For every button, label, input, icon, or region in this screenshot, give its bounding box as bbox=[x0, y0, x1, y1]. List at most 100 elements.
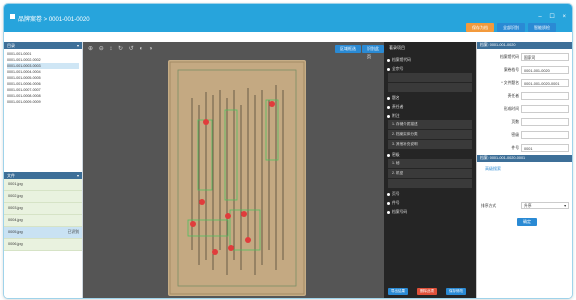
collapse-icon[interactable]: ▾ bbox=[77, 42, 79, 49]
tree-header-label: 目录 bbox=[7, 43, 15, 48]
form-subfield[interactable] bbox=[388, 73, 472, 82]
form-subfield[interactable]: 2. 档案实体分类 bbox=[388, 130, 472, 139]
region-select-button[interactable]: 区域框选 bbox=[335, 45, 361, 53]
form-field[interactable]: 档案号码 bbox=[384, 209, 476, 215]
record-field: * 文件题名 0001-001-0020-0001 bbox=[477, 77, 572, 90]
radio-icon[interactable] bbox=[387, 68, 390, 71]
record-field: 档案馆代码 国家司 bbox=[477, 51, 572, 64]
confirm-button[interactable]: 确定 bbox=[517, 218, 537, 226]
radio-icon[interactable] bbox=[387, 202, 390, 205]
file-item[interactable]: 0006.jpg bbox=[4, 239, 82, 251]
record-field: 页数 bbox=[477, 116, 572, 129]
form-field-label: 全宗号 bbox=[392, 67, 404, 71]
radio-icon[interactable] bbox=[387, 59, 390, 62]
window-title: 品牌案卷 > 0001-001-0020 bbox=[18, 17, 90, 23]
metadata-form: 著录项目 档案馆代码全宗号题名责任者附注 1. 存储介质描述 2. 档案实体分类 3.… bbox=[384, 42, 476, 298]
document-image[interactable] bbox=[168, 60, 306, 296]
form-subfield[interactable]: 1. 秘 bbox=[388, 159, 472, 168]
close-icon[interactable]: × bbox=[562, 14, 566, 20]
toolbar-button[interactable]: 全部识别 bbox=[497, 23, 525, 32]
field-label: 页数 bbox=[511, 120, 519, 124]
field-label: 件号 bbox=[511, 146, 519, 150]
right-header-2: 档案: 0001-001-0020-0001 bbox=[477, 155, 572, 162]
radio-icon[interactable] bbox=[387, 154, 390, 157]
sort-select[interactable]: 升序 ▾ bbox=[521, 202, 569, 209]
form-field-label: 附注 bbox=[392, 114, 400, 118]
right-panel: 档案: 0001-001-0020 档案馆代码 国家司 案卷档号 0001-001-0… bbox=[476, 42, 572, 298]
file-item[interactable]: 0003.jpg bbox=[4, 203, 82, 215]
image-viewer[interactable]: ⊕ ⊖ ↕ ↻ ↺ ◐ ◑ 区域框选 识别此页 bbox=[83, 42, 384, 298]
file-header: 文件 ▾ bbox=[4, 172, 82, 179]
form-field[interactable]: 附注 bbox=[384, 113, 476, 119]
field-input[interactable] bbox=[521, 105, 569, 113]
form-field[interactable]: 档案馆代码 bbox=[384, 57, 476, 63]
form-subfield[interactable]: 2. 机密 bbox=[388, 169, 472, 178]
form-field-label: 责任者 bbox=[392, 105, 404, 109]
form-field[interactable]: 件号 bbox=[384, 200, 476, 206]
field-input[interactable] bbox=[521, 118, 569, 126]
form-button[interactable]: 导出结果 bbox=[388, 288, 408, 295]
field-input[interactable]: 0001-001-0020 bbox=[521, 66, 569, 74]
minimize-icon[interactable]: – bbox=[538, 14, 541, 20]
form-field-label: 密级 bbox=[392, 153, 400, 157]
field-label: 形成时间 bbox=[503, 107, 519, 111]
form-field-label: 题名 bbox=[392, 96, 400, 100]
right-header: 档案: 0001-001-0020 bbox=[477, 42, 572, 49]
form-field[interactable]: 全宗号 bbox=[384, 66, 476, 72]
form-subfield[interactable] bbox=[388, 83, 472, 92]
main-window: 品牌案卷 > 0001-001-0020 – ☐ × 保存为档 全部识别 智能质检 … bbox=[3, 3, 573, 299]
form-button[interactable]: 保存修改 bbox=[446, 288, 466, 295]
form-button[interactable]: 删除此项 bbox=[417, 288, 437, 295]
radio-icon[interactable] bbox=[387, 211, 390, 214]
window-controls: – ☐ × bbox=[532, 13, 566, 20]
field-input[interactable]: 0001 bbox=[521, 144, 569, 152]
field-input[interactable] bbox=[521, 131, 569, 139]
file-item[interactable]: 0002.jpg bbox=[4, 191, 82, 203]
collapse-icon[interactable]: ▾ bbox=[77, 172, 79, 179]
form-subfield[interactable]: 3. 其他补充说明 bbox=[388, 140, 472, 149]
file-panel: 文件 ▾ 0001.jpg 0002.jpg 0003.jpg 0004.jpg 000… bbox=[4, 172, 82, 251]
file-header-label: 文件 bbox=[7, 173, 15, 178]
field-label: * 文件题名 bbox=[501, 81, 519, 85]
toolbar-button[interactable]: 保存为档 bbox=[466, 23, 494, 32]
record-field: 责任者 bbox=[477, 90, 572, 103]
field-input[interactable]: 0001-001-0020-0001 bbox=[521, 79, 569, 87]
file-name: 0005.jpg bbox=[8, 230, 23, 234]
maximize-icon[interactable]: ☐ bbox=[549, 14, 554, 20]
form-field[interactable]: 责任者 bbox=[384, 104, 476, 110]
file-badge: 已识别 bbox=[67, 230, 79, 234]
viewer-tools[interactable]: ⊕ ⊖ ↕ ↻ ↺ ◐ ◑ bbox=[88, 45, 154, 52]
form-subfield[interactable]: 1. 存储介质描述 bbox=[388, 120, 472, 129]
tree-item[interactable]: 0001-001-0009-0009 bbox=[7, 99, 79, 105]
radio-icon[interactable] bbox=[387, 115, 390, 118]
file-item[interactable]: 0005.jpg 已识别 bbox=[4, 227, 82, 239]
advanced-search-link[interactable]: 高级搜索 bbox=[477, 162, 572, 176]
form-field[interactable]: 页号 bbox=[384, 191, 476, 197]
radio-icon[interactable] bbox=[387, 193, 390, 196]
radio-icon[interactable] bbox=[387, 106, 390, 109]
form-header: 著录项目 bbox=[389, 45, 405, 50]
form-subfield[interactable] bbox=[388, 179, 472, 188]
record-field: 形成时间 bbox=[477, 103, 572, 116]
toolbar-button[interactable]: 智能质检 bbox=[528, 23, 556, 32]
field-label: 案卷档号 bbox=[503, 68, 519, 72]
record-field: 案卷档号 0001-001-0020 bbox=[477, 64, 572, 77]
radio-icon[interactable] bbox=[387, 97, 390, 100]
form-field[interactable]: 密级 bbox=[384, 152, 476, 158]
form-field[interactable]: 题名 bbox=[384, 95, 476, 101]
app-icon bbox=[10, 14, 15, 19]
field-input[interactable]: 国家司 bbox=[521, 53, 569, 61]
field-input[interactable] bbox=[521, 92, 569, 100]
record-field: 密级 bbox=[477, 129, 572, 142]
field-label: 档案馆代码 bbox=[500, 55, 519, 59]
file-name: 0006.jpg bbox=[8, 242, 23, 246]
file-item[interactable]: 0001.jpg bbox=[4, 179, 82, 191]
field-label: 密级 bbox=[511, 133, 519, 137]
form-field-label: 页号 bbox=[392, 192, 400, 196]
file-item[interactable]: 0004.jpg bbox=[4, 215, 82, 227]
form-field-label: 档案馆代码 bbox=[392, 58, 411, 62]
recognize-page-button[interactable]: 识别此页 bbox=[362, 45, 384, 59]
field-label: 责任者 bbox=[507, 94, 519, 98]
file-name: 0003.jpg bbox=[8, 206, 23, 210]
form-field-label: 档案号码 bbox=[392, 210, 408, 214]
